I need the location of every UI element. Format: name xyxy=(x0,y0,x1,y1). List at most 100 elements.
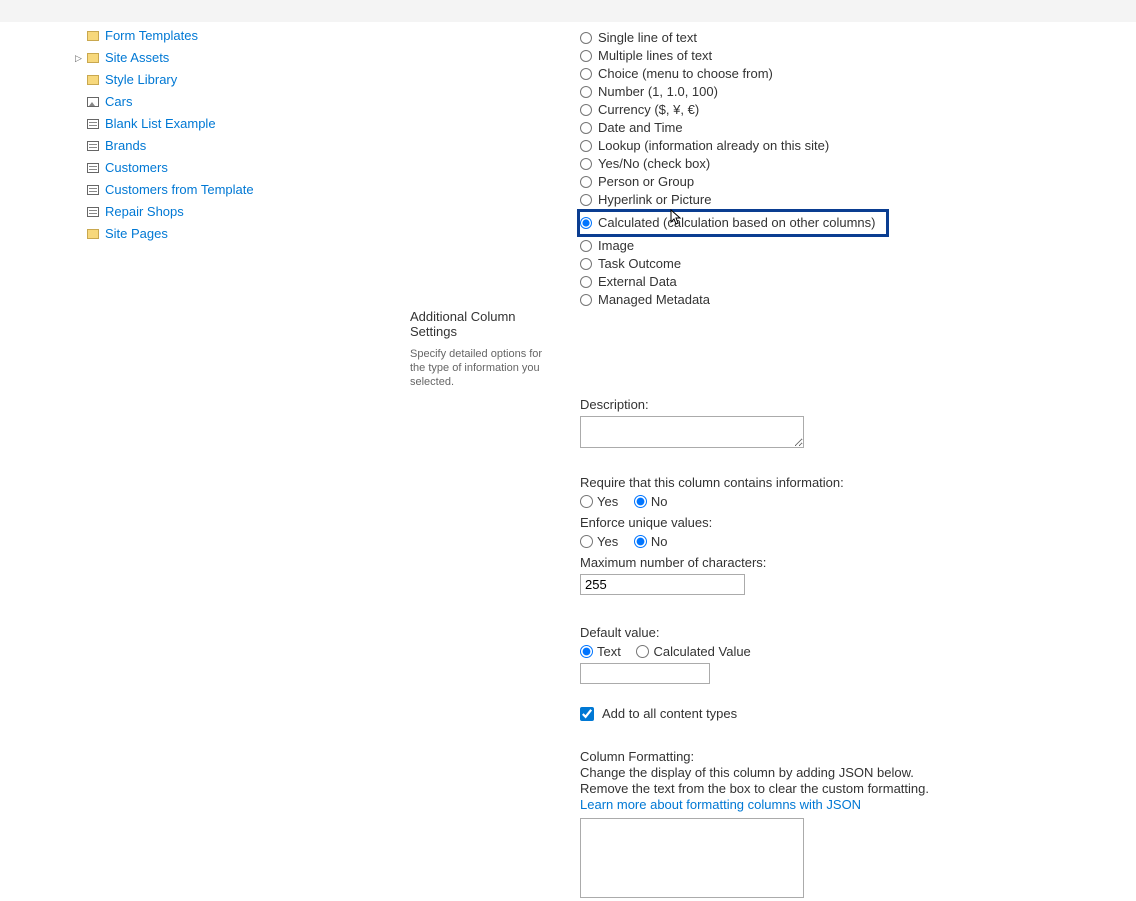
default-calc-label: Calculated Value xyxy=(653,644,750,659)
sidebar-item-label: Brands xyxy=(105,137,146,155)
sidebar-item[interactable]: Blank List Example xyxy=(75,113,380,135)
sidebar-item[interactable]: Style Library xyxy=(75,69,380,91)
column-type-label: Person or Group xyxy=(598,174,694,190)
require-no-radio[interactable] xyxy=(634,495,647,508)
sidebar-item-label: Repair Shops xyxy=(105,203,184,221)
default-calc-radio[interactable] xyxy=(636,645,649,658)
picture-icon xyxy=(87,96,101,108)
additional-settings-heading: Additional Column Settings xyxy=(410,309,560,339)
learn-more-link[interactable]: Learn more about formatting columns with… xyxy=(580,797,861,812)
sidebar-item-label: Form Templates xyxy=(105,27,198,45)
column-formatting-line2: Remove the text from the box to clear th… xyxy=(580,781,1136,797)
folder-icon xyxy=(87,30,101,42)
sidebar-item-label: Blank List Example xyxy=(105,115,216,133)
column-type-radio[interactable] xyxy=(580,217,592,229)
column-type-radio[interactable] xyxy=(580,122,592,134)
column-type-radio[interactable] xyxy=(580,50,592,62)
column-type-option[interactable]: Choice (menu to choose from) xyxy=(580,65,1136,83)
column-type-option[interactable]: Managed Metadata xyxy=(580,291,1136,309)
column-type-label: Hyperlink or Picture xyxy=(598,192,711,208)
column-type-radio[interactable] xyxy=(580,258,592,270)
enforce-no-label: No xyxy=(651,534,668,549)
column-type-option[interactable]: Number (1, 1.0, 100) xyxy=(580,83,1136,101)
add-content-types-row[interactable]: Add to all content types xyxy=(580,706,1136,721)
main-container: Form Templates ▷Site AssetsStyle Library C… xyxy=(0,22,1136,901)
folder-icon xyxy=(87,52,101,64)
list-icon xyxy=(87,206,101,218)
column-type-option[interactable]: Lookup (information already on this site… xyxy=(580,137,1136,155)
enforce-yes-radio[interactable] xyxy=(580,535,593,548)
column-type-radio[interactable] xyxy=(580,140,592,152)
column-type-radio[interactable] xyxy=(580,32,592,44)
maxchars-input[interactable] xyxy=(580,574,745,595)
column-type-label: Yes/No (check box) xyxy=(598,156,710,172)
column-type-option[interactable]: External Data xyxy=(580,273,1136,291)
column-type-option[interactable]: Multiple lines of text xyxy=(580,47,1136,65)
column-type-radio[interactable] xyxy=(580,240,592,252)
column-type-label: Task Outcome xyxy=(598,256,681,272)
add-content-types-label: Add to all content types xyxy=(602,706,737,721)
require-yes-label: Yes xyxy=(597,494,618,509)
default-text-option[interactable]: Text xyxy=(580,644,621,659)
top-bar xyxy=(0,0,1136,22)
sidebar-item[interactable]: Brands xyxy=(75,135,380,157)
column-type-label: Image xyxy=(598,238,634,254)
require-yes-radio[interactable] xyxy=(580,495,593,508)
column-type-label: Lookup (information already on this site… xyxy=(598,138,829,154)
column-type-option[interactable]: Person or Group xyxy=(580,173,1136,191)
enforce-no-option[interactable]: No xyxy=(634,534,668,549)
add-content-types-checkbox[interactable] xyxy=(580,707,594,721)
default-calc-option[interactable]: Calculated Value xyxy=(636,644,750,659)
default-value-input[interactable] xyxy=(580,663,710,684)
default-text-radio[interactable] xyxy=(580,645,593,658)
column-type-radio[interactable] xyxy=(580,294,592,306)
sidebar-item[interactable]: Customers xyxy=(75,157,380,179)
column-type-radio[interactable] xyxy=(580,104,592,116)
require-yes-option[interactable]: Yes xyxy=(580,494,618,509)
settings-form-column: Single line of text Multiple lines of tex… xyxy=(560,22,1136,901)
column-type-label: Multiple lines of text xyxy=(598,48,712,64)
json-formatting-input[interactable] xyxy=(580,818,804,898)
column-formatting-section: Column Formatting: Change the display of… xyxy=(580,749,1136,901)
column-type-radio[interactable] xyxy=(580,176,592,188)
sidebar-item[interactable]: Cars xyxy=(75,91,380,113)
column-type-option[interactable]: Calculated (calculation based on other c… xyxy=(577,209,889,237)
column-type-option[interactable]: Yes/No (check box) xyxy=(580,155,1136,173)
column-type-radio[interactable] xyxy=(580,158,592,170)
column-type-radio[interactable] xyxy=(580,86,592,98)
sidebar-item[interactable]: ▷Site Assets xyxy=(75,47,380,69)
column-type-label: Choice (menu to choose from) xyxy=(598,66,773,82)
column-type-option[interactable]: Task Outcome xyxy=(580,255,1136,273)
default-value-section: Default value: Text Calculated Value xyxy=(580,625,1136,684)
enforce-no-radio[interactable] xyxy=(634,535,647,548)
default-text-label: Text xyxy=(597,644,621,659)
column-type-option[interactable]: Single line of text xyxy=(580,29,1136,47)
list-icon xyxy=(87,162,101,174)
column-type-radio[interactable] xyxy=(580,194,592,206)
sidebar-item[interactable]: Repair Shops xyxy=(75,201,380,223)
require-no-option[interactable]: No xyxy=(634,494,668,509)
sidebar-item[interactable]: Customers from Template xyxy=(75,179,380,201)
column-type-radio[interactable] xyxy=(580,276,592,288)
column-type-label: Single line of text xyxy=(598,30,697,46)
sidebar-item[interactable]: Site Pages xyxy=(75,223,380,245)
folder-icon xyxy=(87,228,101,240)
description-input[interactable] xyxy=(580,416,804,448)
sidebar-item[interactable]: Form Templates xyxy=(75,25,380,47)
enforce-yes-option[interactable]: Yes xyxy=(580,534,618,549)
enforce-label: Enforce unique values: xyxy=(580,515,1136,530)
column-type-label: Managed Metadata xyxy=(598,292,710,308)
column-type-option[interactable]: Currency ($, ¥, €) xyxy=(580,101,1136,119)
column-type-label: Calculated (calculation based on other c… xyxy=(598,215,876,231)
sidebar: Form Templates ▷Site AssetsStyle Library C… xyxy=(0,22,380,901)
column-type-radio[interactable] xyxy=(580,68,592,80)
column-type-option[interactable]: Hyperlink or Picture xyxy=(580,191,1136,209)
sidebar-item-label: Customers from Template xyxy=(105,181,254,199)
column-type-label: Date and Time xyxy=(598,120,683,136)
column-type-option[interactable]: Image xyxy=(580,237,1136,255)
main-content: Additional Column Settings Specify detai… xyxy=(380,22,1136,901)
sidebar-item-label: Cars xyxy=(105,93,132,111)
column-type-option[interactable]: Date and Time xyxy=(580,119,1136,137)
column-type-label: External Data xyxy=(598,274,677,290)
expand-caret-icon[interactable]: ▷ xyxy=(75,49,85,67)
